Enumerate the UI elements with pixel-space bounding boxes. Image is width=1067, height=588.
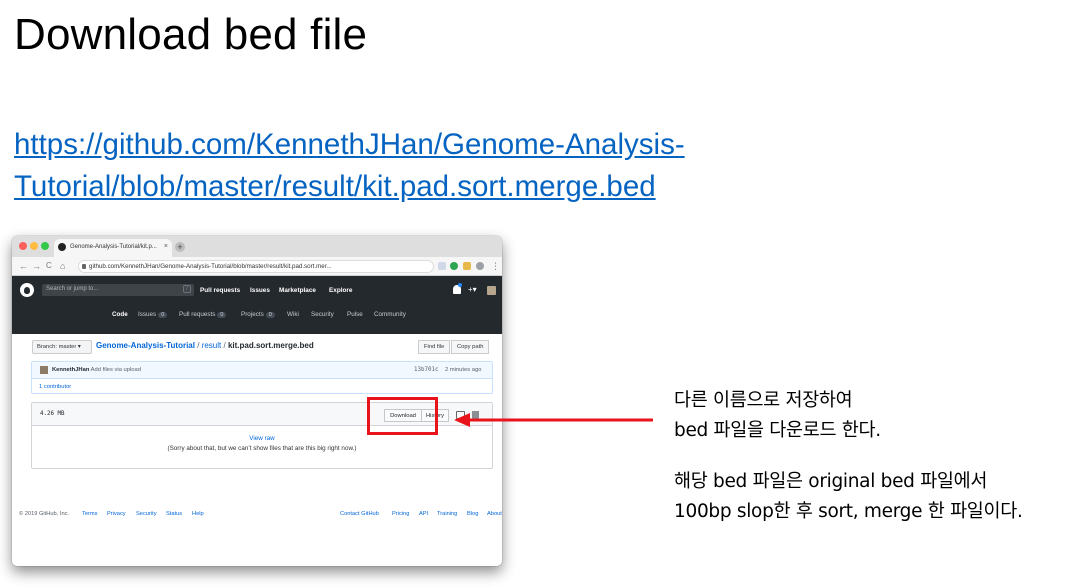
address-toolbar: ← → C ⌂ github.com/KennethJHan/Genome-An… (12, 257, 502, 276)
view-raw-link[interactable]: View raw (32, 435, 492, 442)
nav-pull-requests[interactable]: Pull requests (200, 287, 240, 294)
footer-link-training[interactable]: Training (437, 511, 457, 517)
commit-author[interactable]: KennethJHan (52, 367, 89, 373)
search-placeholder: Search or jump to... (46, 286, 99, 292)
create-new-icon[interactable]: +▾ (468, 285, 477, 294)
pointer-arrow-icon (454, 413, 653, 427)
tab-pulse[interactable]: Pulse (347, 311, 363, 318)
tab-projects-label: Projects (241, 311, 264, 318)
footer-link-about[interactable]: About (487, 511, 502, 517)
browser-tab-bar: Genome-Analysis-Tutorial/kit.p... × + (12, 236, 502, 257)
nav-marketplace[interactable]: Marketplace (279, 287, 316, 294)
close-window-button[interactable] (19, 242, 27, 250)
footer-link-blog[interactable]: Blog (467, 511, 478, 517)
footer-link-pricing[interactable]: Pricing (392, 511, 409, 517)
copy-path-button[interactable]: Copy path (451, 340, 490, 354)
pulls-count-badge: 0 (217, 312, 227, 318)
annotation-line-4: 100bp slop한 후 sort, merge 한 파일이다. (674, 501, 1023, 522)
search-shortcut-key: / (183, 285, 191, 293)
link-line-1[interactable]: https://github.com/KennethJHan/Genome-An… (14, 128, 685, 161)
file-too-big-message: (Sorry about that, but we can’t show fil… (167, 445, 357, 452)
github-header: Search or jump to... / Pull requests Iss… (12, 276, 502, 334)
back-icon[interactable]: ← (19, 260, 28, 272)
tab-community[interactable]: Community (374, 311, 406, 318)
nav-issues[interactable]: Issues (250, 287, 270, 294)
url-bar[interactable]: github.com/KennethJHan/Genome-Analysis-T… (78, 260, 434, 273)
download-highlight-box (367, 397, 438, 435)
footer-link-contact[interactable]: Contact GitHub (340, 511, 379, 517)
tab-projects[interactable]: Projects 0 (241, 311, 275, 318)
new-tab-button[interactable]: + (175, 242, 185, 252)
lock-icon (82, 264, 86, 269)
tab-pull-requests[interactable]: Pull requests 0 (179, 311, 227, 318)
reload-icon[interactable]: C (46, 260, 52, 272)
breadcrumb-repo-link[interactable]: Genome-Analysis-Tutorial (96, 341, 195, 350)
breadcrumb-dir-link[interactable]: result (202, 341, 222, 350)
avatar[interactable] (40, 366, 48, 374)
github-logo-icon[interactable] (20, 283, 34, 297)
commit-message[interactable]: Add files via upload (91, 367, 141, 373)
tab-issues[interactable]: Issues 0 (138, 311, 168, 318)
commit-info: KennethJHan Add files via upload (52, 367, 141, 373)
contributors-link[interactable]: 1 contributor (39, 384, 71, 390)
footer-link-status[interactable]: Status (166, 511, 182, 517)
footer-link-help[interactable]: Help (192, 511, 204, 517)
footer-link-privacy[interactable]: Privacy (107, 511, 126, 517)
file-size: 4.26 MB (40, 411, 65, 417)
issues-count-badge: 0 (158, 312, 168, 318)
nav-explore[interactable]: Explore (329, 287, 352, 294)
breadcrumb: Genome-Analysis-Tutorial / result / kit.… (96, 341, 314, 350)
footer-link-security[interactable]: Security (136, 511, 157, 517)
projects-count-badge: 0 (265, 312, 275, 318)
commit-time: 2 minutes ago (445, 367, 482, 373)
footer-link-api[interactable]: API (419, 511, 428, 517)
annotation-line-3: 해당 bed 파일은 original bed 파일에서 (674, 471, 988, 492)
url-text: github.com/KennethJHan/Genome-Analysis-T… (89, 263, 332, 270)
github-file-link[interactable]: https://github.com/KennethJHan/Genome-An… (14, 124, 814, 208)
extension-icon[interactable] (463, 262, 471, 270)
forward-icon[interactable]: → (32, 260, 41, 272)
annotation-line-1: 다른 이름으로 저장하여 (674, 390, 853, 411)
tab-wiki[interactable]: Wiki (287, 311, 299, 318)
tab-pulls-label: Pull requests (179, 311, 216, 318)
minimize-window-button[interactable] (30, 242, 38, 250)
find-file-button[interactable]: Find file (418, 340, 451, 354)
link-line-2[interactable]: Tutorial/blob/master/result/kit.pad.sort… (14, 170, 656, 203)
browser-tab[interactable]: Genome-Analysis-Tutorial/kit.p... × (54, 239, 172, 257)
profile-icon[interactable] (476, 262, 484, 270)
breadcrumb-separator: / (197, 341, 200, 350)
extension-icon[interactable] (438, 262, 446, 270)
footer-copyright: © 2019 GitHub, Inc. (19, 511, 70, 517)
tab-title: Genome-Analysis-Tutorial/kit.p... (70, 244, 157, 250)
notification-dot-icon (458, 283, 462, 287)
tab-security[interactable]: Security (311, 311, 334, 318)
slide-title: Download bed file (14, 10, 368, 59)
footer-link-terms[interactable]: Terms (82, 511, 97, 517)
latest-commit-box: KennethJHan Add files via upload 13b701c… (31, 361, 493, 394)
browser-menu-icon[interactable]: ⋮ (491, 260, 500, 272)
tab-issues-label: Issues (138, 311, 157, 318)
github-favicon-icon (58, 243, 66, 251)
home-icon[interactable]: ⌂ (60, 260, 65, 272)
breadcrumb-separator: / (223, 341, 226, 350)
maximize-window-button[interactable] (41, 242, 49, 250)
branch-select[interactable]: Branch: master ▾ (32, 340, 92, 354)
commit-header: KennethJHan Add files via upload 13b701c… (32, 362, 492, 379)
avatar[interactable] (487, 286, 496, 295)
extension-icon[interactable] (450, 262, 458, 270)
commit-sha[interactable]: 13b701c (414, 367, 438, 373)
tab-close-icon[interactable]: × (164, 243, 168, 250)
annotation-line-2: bed 파일을 다운로드 한다. (674, 420, 881, 441)
breadcrumb-file-name: kit.pad.sort.merge.bed (227, 341, 314, 350)
github-search-input[interactable]: Search or jump to... / (42, 284, 194, 296)
tab-code[interactable]: Code (112, 311, 128, 318)
